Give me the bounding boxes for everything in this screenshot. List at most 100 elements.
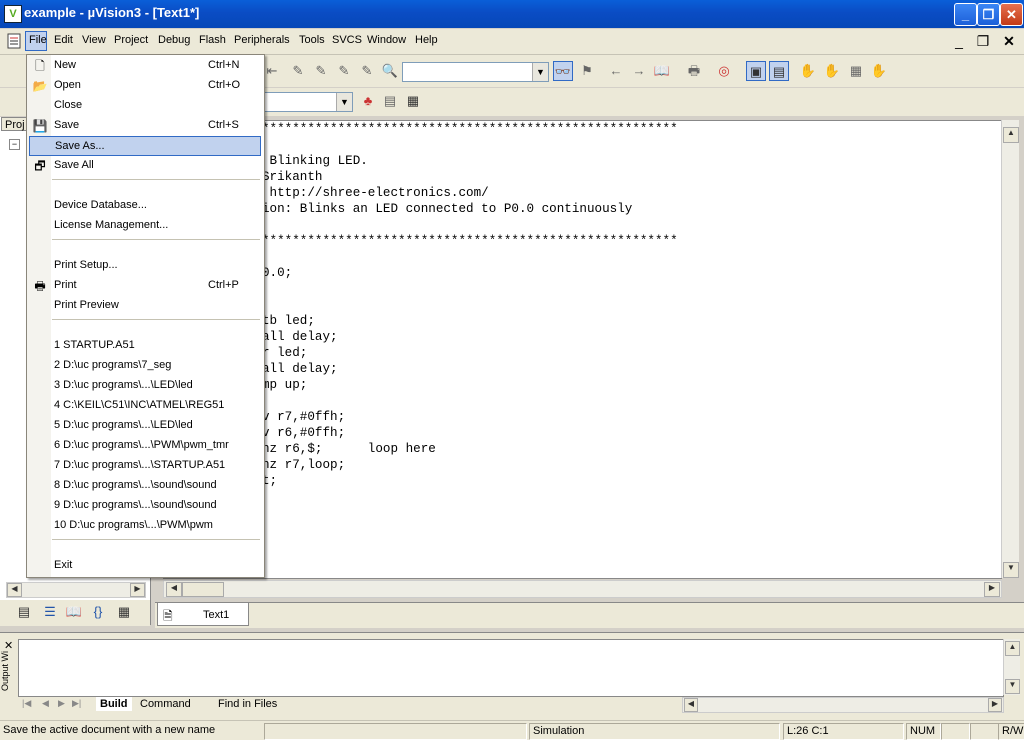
output-text-area[interactable] (18, 639, 1004, 697)
scroll-right-icon[interactable]: ▶ (984, 582, 1000, 597)
find-flag-icon[interactable]: ⚑ (577, 61, 597, 81)
menu-edit[interactable]: Edit (54, 34, 73, 46)
hand-icon[interactable]: ✋ (798, 61, 818, 81)
file-menu-item-2[interactable]: Close (29, 96, 261, 116)
functions-tab-icon[interactable]: {} (88, 602, 108, 622)
tab-build[interactable]: Build (96, 697, 132, 711)
bookmark-next-icon[interactable]: ✎ (311, 61, 331, 81)
file-menu-item-10[interactable]: Print Preview (29, 296, 261, 316)
files-tab-icon[interactable]: ▤ (14, 602, 34, 622)
file-menu-item-1[interactable]: 📂 Open Ctrl+O (29, 76, 261, 96)
scroll-up-icon[interactable]: ▲ (1003, 127, 1019, 143)
mdi-close-button[interactable]: ✕ (998, 32, 1020, 50)
menu-flash[interactable]: Flash (199, 34, 226, 46)
find-combo[interactable]: ▼ (402, 62, 549, 82)
restore-button[interactable]: ❐ (977, 3, 1000, 26)
first-tab-icon[interactable]: |◀ (22, 698, 31, 709)
file-menu-item-5[interactable]: 🗗 Save All (29, 156, 261, 176)
file-menu-item-12[interactable]: 2 D:\uc programs\7_seg (29, 356, 261, 376)
file-menu-item-20[interactable]: 10 D:\uc programs\...\PWM\pwm (29, 516, 261, 536)
output-window-icon[interactable]: ▤ (769, 61, 789, 81)
file-menu-item-13[interactable]: 3 D:\uc programs\...\LED\led (29, 376, 261, 396)
scroll-left-icon[interactable]: ◀ (684, 698, 698, 712)
image-config-icon[interactable]: ▦ (846, 61, 866, 81)
print-icon[interactable]: 🖶 (684, 61, 704, 81)
last-tab-icon[interactable]: ▶| (72, 698, 81, 709)
file-menu-item-17[interactable]: 7 D:\uc programs\...\STARTUP.A51 (29, 456, 261, 476)
help-book-icon[interactable]: 📖 (652, 61, 672, 81)
find-in-files-icon[interactable]: 🔍 (380, 61, 400, 81)
minimize-button[interactable]: _ (954, 3, 977, 26)
project-hscrollbar[interactable]: ◀ ▶ (6, 582, 146, 598)
tree-collapse-icon[interactable]: − (9, 139, 20, 150)
file-menu-item-15[interactable]: 5 D:\uc programs\...\LED\led (29, 416, 261, 436)
menu-tools[interactable]: Tools (299, 34, 325, 46)
file-menu-item-4[interactable]: Save As... (29, 136, 261, 156)
next-tab-icon[interactable]: ▶ (58, 698, 65, 709)
scroll-left-icon[interactable]: ◀ (166, 582, 182, 597)
bookmark-clear-icon[interactable]: ✎ (357, 61, 377, 81)
target-options-icon[interactable]: ♣ (358, 91, 378, 111)
bookmark-toggle-icon[interactable]: ✎ (288, 61, 308, 81)
scroll-right-icon[interactable]: ▶ (988, 698, 1002, 712)
file-menu-item-7[interactable]: License Management... (29, 216, 261, 236)
output-vscrollbar[interactable]: ▲ ▼ (1003, 639, 1020, 695)
books-tab-icon[interactable]: 📖 (64, 602, 84, 622)
editor-hscrollbar[interactable]: ◀ ▶ (163, 580, 1002, 598)
document-icon[interactable] (6, 33, 22, 49)
file-menu-item-11[interactable]: 1 STARTUP.A51 (29, 336, 261, 356)
document-tab-text1[interactable]: 🗎 Text1 (157, 603, 249, 626)
bookmark-prev-icon[interactable]: ✎ (334, 61, 354, 81)
menu-svcs[interactable]: SVCS (332, 34, 362, 46)
menu-file[interactable]: File (29, 34, 47, 46)
file-menu-item-0[interactable]: 🗋 New Ctrl+N (29, 56, 261, 76)
binoculars-icon[interactable]: 👓 (553, 61, 573, 81)
prev-tab-icon[interactable]: ◀ (42, 698, 49, 709)
tab-command[interactable]: Command (140, 698, 191, 710)
scroll-left-icon[interactable]: ◀ (7, 583, 22, 597)
nav-forward-icon[interactable]: → (629, 61, 649, 81)
scroll-right-icon[interactable]: ▶ (130, 583, 145, 597)
mdi-minimize-button[interactable]: _ (948, 32, 970, 50)
nav-back-icon[interactable]: ← (606, 61, 626, 81)
scroll-thumb[interactable] (182, 582, 224, 597)
scroll-down-icon[interactable]: ▼ (1005, 679, 1020, 694)
file-menu-item-9[interactable]: 🖶 Print Ctrl+P (29, 276, 261, 296)
menu-debug[interactable]: Debug (158, 34, 190, 46)
menu-peripherals[interactable]: Peripherals (234, 34, 290, 46)
file-menu-item-14[interactable]: 4 C:\KEIL\C51\INC\ATMEL\REG51 (29, 396, 261, 416)
tab-find-in-files[interactable]: Find in Files (218, 698, 277, 710)
regs-tab-icon[interactable]: ☰ (40, 602, 60, 622)
close-button[interactable]: ✕ (1000, 3, 1023, 26)
templates-tab-icon[interactable]: ▦ (114, 602, 134, 622)
scroll-up-icon[interactable]: ▲ (1005, 641, 1020, 656)
menu-view[interactable]: View (82, 34, 106, 46)
project-window-icon[interactable]: ▣ (746, 61, 766, 81)
chevron-down-icon[interactable]: ▼ (532, 63, 548, 81)
menu-window[interactable]: Window (367, 34, 406, 46)
file-menu-item-21[interactable]: Exit (29, 556, 261, 576)
target-combo[interactable]: ▼ (262, 92, 353, 112)
scroll-down-icon[interactable]: ▼ (1003, 562, 1019, 578)
code-editor[interactable]: ****************************************… (163, 120, 1002, 579)
file-menu-item-6[interactable]: Device Database... (29, 196, 261, 216)
app-icon[interactable]: V (4, 5, 22, 23)
file-menu-item-3[interactable]: 💾 Save Ctrl+S (29, 116, 261, 136)
file-menu-item-19[interactable]: 9 D:\uc programs\...\sound\sound (29, 496, 261, 516)
file-menu-item-16[interactable]: 6 D:\uc programs\...\PWM\pwm_tmr (29, 436, 261, 456)
editor-vscrollbar[interactable]: ▲ ▼ (1001, 120, 1019, 578)
hand-config-icon[interactable]: ✋ (822, 61, 842, 81)
file-menu-item-18[interactable]: 8 D:\uc programs\...\sound\sound (29, 476, 261, 496)
manage-components-icon[interactable]: ▦ (403, 91, 423, 111)
hand-box-icon[interactable]: ✋ (869, 61, 889, 81)
file-menu-item-8[interactable]: Print Setup... (29, 256, 261, 276)
output-hscrollbar[interactable]: ◀ ▶ (682, 697, 1004, 713)
chevron-down-icon[interactable]: ▼ (336, 93, 352, 111)
menu-help[interactable]: Help (415, 34, 438, 46)
menu-project[interactable]: Project (114, 34, 148, 46)
code-text[interactable]: ****************************************… (262, 121, 678, 489)
file-extensions-icon[interactable]: ▤ (380, 91, 400, 111)
mdi-restore-button[interactable]: ❐ (972, 32, 994, 50)
unindent-icon[interactable]: ⇤ (262, 61, 282, 81)
debug-session-icon[interactable]: ◎ (714, 61, 734, 81)
